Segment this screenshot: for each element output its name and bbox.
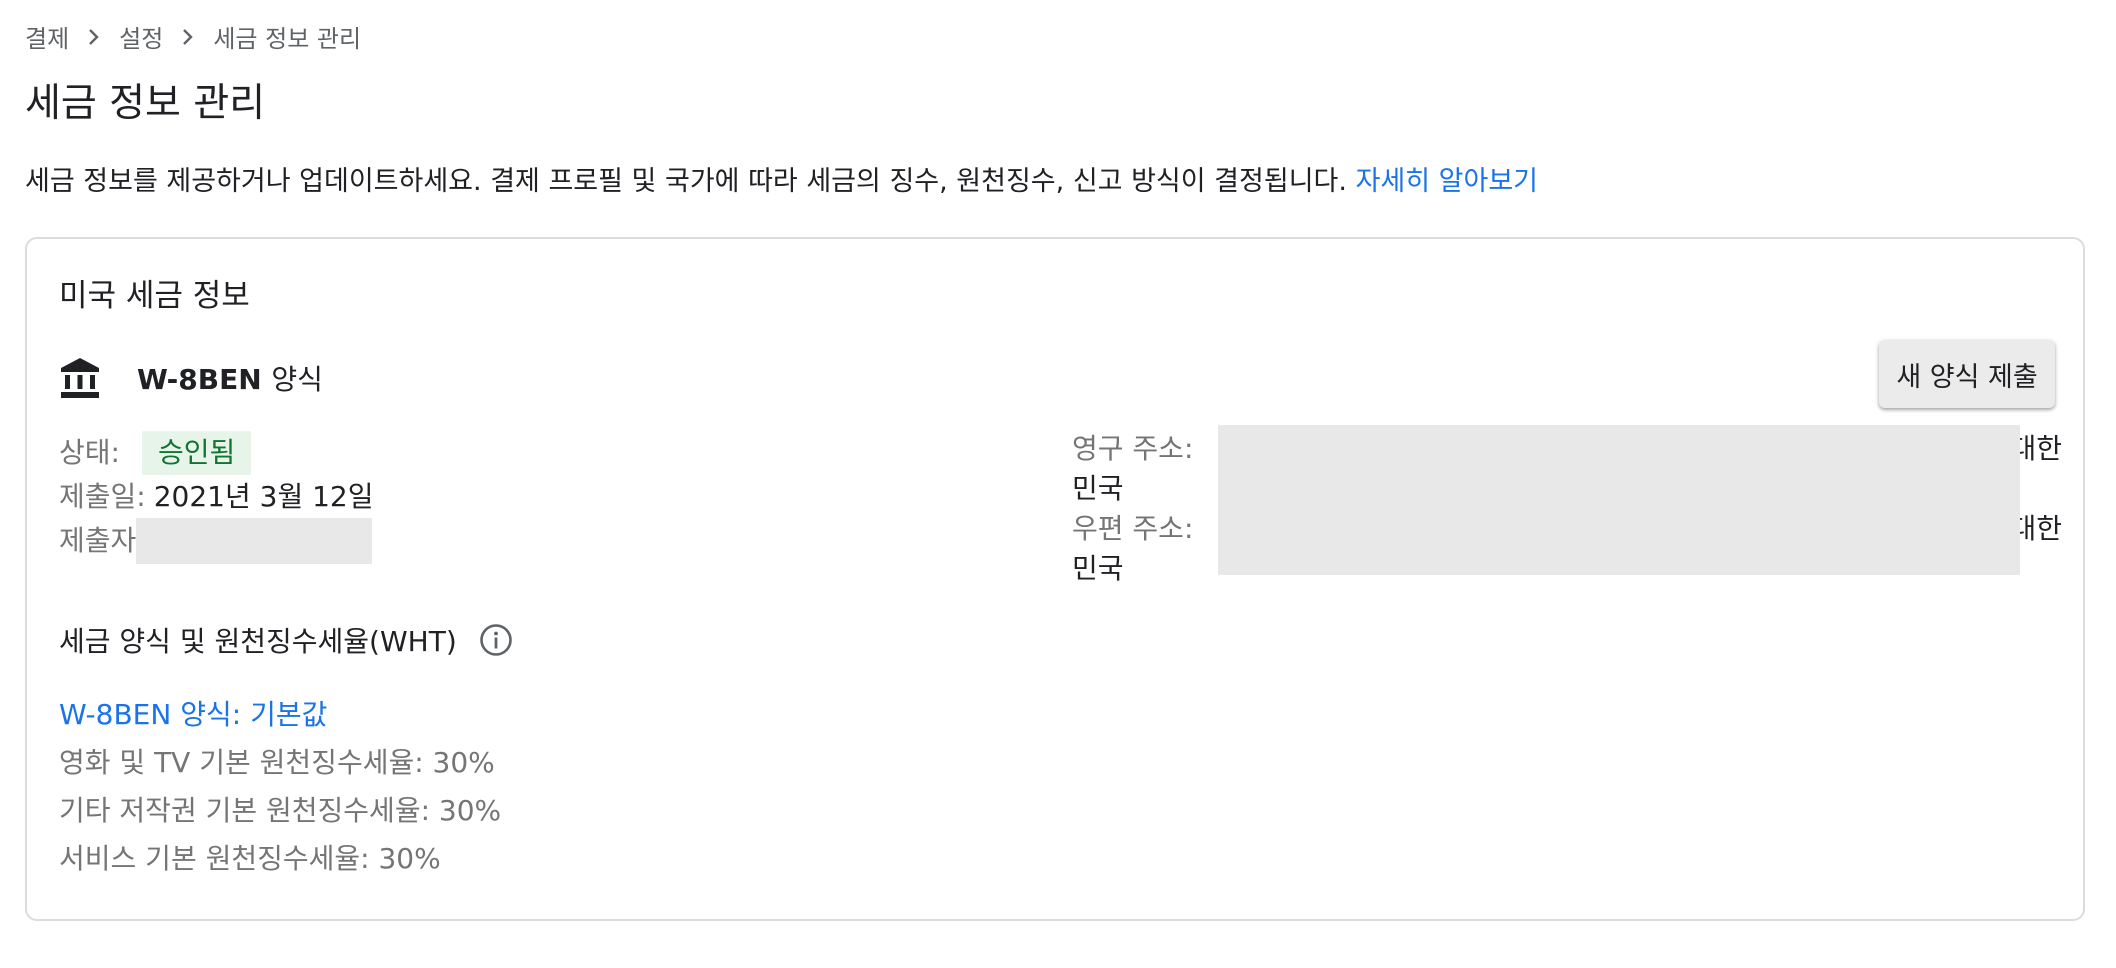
wht-rate-other-copyright: 기타 저작권 기본 원천징수세율: 30%	[59, 794, 502, 827]
address-redacted	[1218, 425, 2020, 575]
status-badge: 승인됨	[141, 431, 252, 475]
w8ben-default-link[interactable]: W-8BEN 양식: 기본값	[59, 691, 501, 739]
submitted-date-row: 제출일: 2021년 3월 12일	[59, 475, 374, 519]
submitted-date-value: 2021년 3월 12일	[153, 480, 374, 513]
submitter-row: 제출자	[59, 518, 374, 564]
learn-more-link[interactable]: 자세히 알아보기	[1356, 166, 1538, 197]
form-details: 상태: 승인됨 제출일: 2021년 3월 12일 제출자	[59, 431, 374, 564]
wht-title-text: 세금 양식 및 원천징수세율(WHT)	[59, 625, 457, 658]
wht-rate-film-tv: 영화 및 TV 기본 원천징수세율: 30%	[59, 746, 495, 779]
breadcrumb: 결제 설정 세금 정보 관리	[25, 18, 361, 54]
submit-new-form-button[interactable]: 새 양식 제출	[1879, 340, 2055, 408]
breadcrumb-item-current: 세금 정보 관리	[213, 24, 362, 53]
wht-list: W-8BEN 양식: 기본값 영화 및 TV 기본 원천징수세율: 30% 기타…	[59, 691, 501, 883]
us-tax-info-card: 미국 세금 정보 W-8BEN 양식 새 양식 제출 상태: 승인됨 제출일: …	[25, 237, 2085, 921]
chevron-right-icon	[163, 22, 213, 50]
page-intro: 세금 정보를 제공하거나 업데이트하세요. 결제 프로필 및 국가에 따라 세금…	[25, 162, 1538, 202]
submitted-date-label: 제출일:	[59, 480, 146, 513]
status-row: 상태: 승인됨	[59, 431, 374, 475]
bank-icon	[59, 356, 101, 400]
page-title: 세금 정보 관리	[25, 81, 266, 126]
intro-text: 세금 정보를 제공하거나 업데이트하세요. 결제 프로필 및 국가에 따라 세금…	[25, 166, 1347, 197]
form-name: W-8BEN 양식	[137, 358, 323, 398]
card-title: 미국 세금 정보	[59, 278, 250, 314]
info-icon[interactable]	[479, 623, 513, 657]
permanent-address-country-part2: 민국	[1072, 472, 1124, 505]
breadcrumb-item-settings[interactable]: 설정	[119, 19, 163, 54]
wht-rate-services: 서비스 기본 원천징수세율: 30%	[59, 842, 441, 875]
form-suffix: 양식	[271, 363, 323, 396]
form-code: W-8BEN	[137, 363, 262, 396]
chevron-right-icon	[69, 22, 119, 50]
mailing-address-label: 우편 주소:	[1072, 512, 1194, 545]
mailing-address-country-part2: 민국	[1072, 552, 1124, 585]
submitter-label: 제출자	[59, 524, 137, 557]
status-label: 상태:	[59, 436, 120, 469]
wht-section-title: 세금 양식 및 원천징수세율(WHT)	[59, 615, 513, 665]
form-header: W-8BEN 양식	[59, 353, 323, 403]
permanent-address-label: 영구 주소:	[1072, 432, 1194, 465]
submitter-redacted	[136, 518, 373, 564]
breadcrumb-item-payments[interactable]: 결제	[25, 19, 69, 54]
